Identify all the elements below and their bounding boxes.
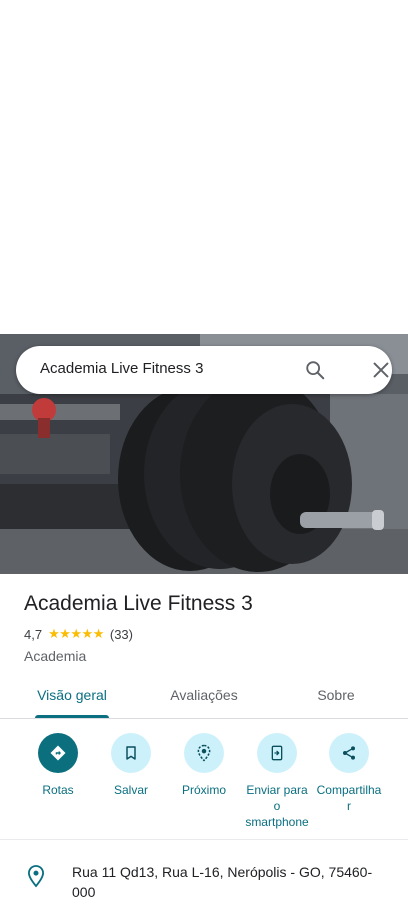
place-tabs: Visão geral Avaliações Sobre bbox=[0, 676, 408, 719]
address-text: Rua 11 Qd13, Rua L-16, Nerópolis - GO, 7… bbox=[72, 864, 373, 900]
send-to-phone-icon bbox=[257, 733, 297, 773]
save-label: Salvar bbox=[113, 783, 148, 797]
share-label-line2: r bbox=[347, 799, 351, 813]
send-to-phone-label-line1: Enviar para bbox=[246, 783, 308, 797]
search-icon[interactable] bbox=[304, 359, 326, 381]
active-tab-indicator bbox=[35, 715, 109, 718]
nearby-label: Próximo bbox=[181, 783, 226, 797]
directions-label: Rotas bbox=[42, 783, 74, 797]
rating-value: 4,7 bbox=[24, 626, 43, 642]
star-rating-icon: ★★★★★ bbox=[48, 626, 104, 641]
share-button[interactable]: Compartilha r bbox=[312, 733, 386, 814]
send-to-phone-label-line2: o bbox=[273, 799, 281, 813]
tab-about[interactable]: Sobre bbox=[312, 687, 360, 703]
rating-row[interactable]: 4,7 ★★★★★ (33) bbox=[24, 626, 133, 642]
bookmark-icon bbox=[111, 733, 151, 773]
review-count[interactable]: (33) bbox=[110, 627, 133, 642]
directions-icon bbox=[38, 733, 78, 773]
tab-reviews[interactable]: Avaliações bbox=[164, 687, 244, 703]
share-label-line1: Compartilha bbox=[316, 783, 382, 797]
save-button[interactable]: Salvar bbox=[94, 733, 168, 798]
search-input[interactable]: Academia Live Fitness 3 bbox=[40, 360, 203, 377]
send-to-phone-button[interactable]: Enviar para o smartphone bbox=[240, 733, 314, 830]
map-area[interactable] bbox=[0, 0, 408, 334]
action-buttons: Rotas Salvar Próximo Enviar para o smart… bbox=[0, 720, 408, 840]
place-category[interactable]: Academia bbox=[24, 648, 86, 664]
directions-button[interactable]: Rotas bbox=[21, 733, 95, 798]
share-icon bbox=[329, 733, 369, 773]
location-pin-icon bbox=[27, 865, 45, 888]
search-bar[interactable]: Academia Live Fitness 3 bbox=[16, 346, 392, 394]
share-label: Compartilha r bbox=[312, 782, 386, 814]
place-title: Academia Live Fitness 3 bbox=[24, 592, 253, 615]
send-to-phone-label-line3: smartphone bbox=[245, 815, 309, 829]
address-row[interactable]: Rua 11 Qd13, Rua L-16, Nerópolis - GO, 7… bbox=[0, 850, 408, 908]
tab-overview[interactable]: Visão geral bbox=[35, 687, 109, 703]
nearby-button[interactable]: Próximo bbox=[167, 733, 241, 798]
nearby-icon bbox=[184, 733, 224, 773]
close-icon[interactable] bbox=[370, 359, 392, 381]
send-to-phone-label: Enviar para o smartphone bbox=[240, 782, 314, 830]
